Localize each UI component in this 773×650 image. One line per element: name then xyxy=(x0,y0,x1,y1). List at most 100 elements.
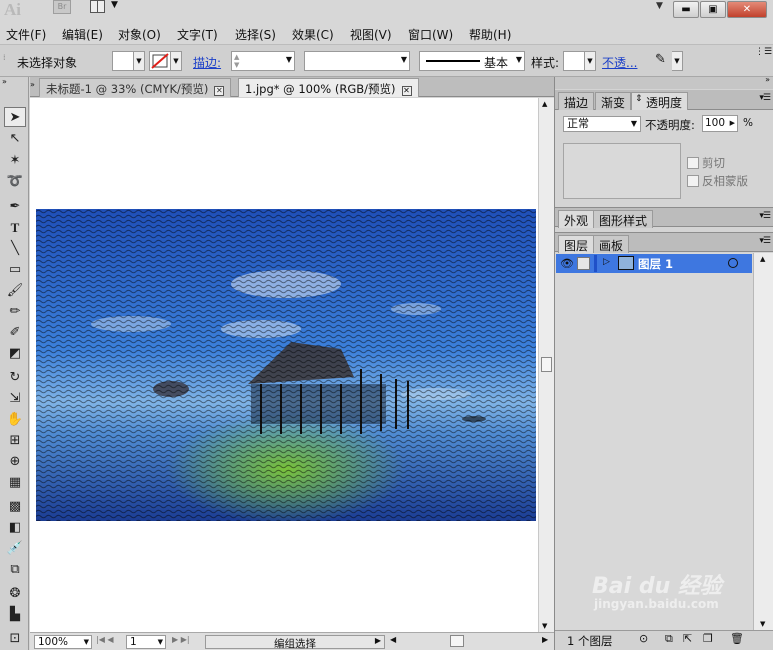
tab-1-jpg[interactable]: 1.jpg* @ 100% (RGB/预览) ✕ xyxy=(238,78,419,97)
tab-artboards[interactable]: 画板 xyxy=(593,235,630,253)
expand-triangle-icon[interactable]: ▷ xyxy=(603,257,610,267)
fill-swatch[interactable] xyxy=(112,51,134,71)
new-layer-icon[interactable]: ❐ xyxy=(703,632,713,645)
tab-untitled-1[interactable]: 未标题-1 @ 33% (CMYK/预览) ✕ xyxy=(39,78,232,97)
stroke-dropdown[interactable]: ▼ xyxy=(171,51,182,71)
scroll-right-icon[interactable]: ▶ xyxy=(542,635,548,644)
tab-gradient[interactable]: 渐变 xyxy=(595,92,632,110)
menu-window[interactable]: 窗口(W) xyxy=(408,26,453,43)
menu-select[interactable]: 选择(S) xyxy=(235,26,276,43)
tab-layers[interactable]: 图层 xyxy=(558,235,595,253)
blend-tool-icon[interactable]: ⧉ xyxy=(4,560,26,580)
close-button[interactable]: ✕ xyxy=(727,1,767,18)
zoom-select[interactable]: 100% ▼ xyxy=(34,635,92,649)
tab-stroke[interactable]: 描边 xyxy=(558,92,595,110)
lasso-tool-icon[interactable]: ➰ xyxy=(4,172,26,192)
stroke-swatch[interactable] xyxy=(149,51,171,71)
clip-checkbox[interactable] xyxy=(687,157,699,169)
recolor-dropdown[interactable]: ▼ xyxy=(672,51,683,71)
eye-icon[interactable]: 👁 xyxy=(560,257,574,270)
menu-edit[interactable]: 编辑(E) xyxy=(62,26,103,43)
tool-status[interactable]: 编组选择 ▶ xyxy=(205,635,385,650)
horizontal-scroll-thumb[interactable] xyxy=(450,635,464,647)
menu-file[interactable]: 文件(F) xyxy=(6,26,46,43)
scroll-left-icon[interactable]: ◀ xyxy=(390,635,396,644)
tab-transparency[interactable]: ⇕ 透明度 xyxy=(631,92,689,110)
stroke-label[interactable]: 描边: xyxy=(193,54,221,71)
canvas[interactable] xyxy=(30,98,538,632)
locate-object-icon[interactable]: ⊙ xyxy=(639,632,648,645)
arrange-documents-button[interactable]: ▼ xyxy=(90,0,122,14)
scroll-up-icon[interactable]: ▲ xyxy=(542,100,547,108)
scroll-down-icon[interactable]: ▼ xyxy=(760,620,765,628)
symbol-sprayer-tool-icon[interactable]: ❂ xyxy=(4,584,26,604)
menu-object[interactable]: 对象(O) xyxy=(118,26,161,43)
first-artboard-icon[interactable]: |◀ ◀ xyxy=(96,635,114,644)
graphic-style-dropdown[interactable]: ▼ xyxy=(585,51,596,71)
collapse-icon[interactable]: » xyxy=(2,77,7,86)
close-tab-icon[interactable]: ✕ xyxy=(401,86,412,96)
stroke-weight-input[interactable]: ▲ ▼ ▼ xyxy=(231,51,295,71)
mesh-tool-icon[interactable]: ▩ xyxy=(4,497,26,517)
free-transform-tool-icon[interactable]: ⊞ xyxy=(4,431,26,451)
invert-mask-option[interactable]: 反相蒙版 xyxy=(687,173,748,189)
bridge-button[interactable]: Br xyxy=(53,0,71,14)
rotate-tool-icon[interactable]: ↻ xyxy=(4,368,26,388)
minimize-button[interactable]: ▬ xyxy=(673,1,699,18)
opacity-input[interactable]: 100 ▶ xyxy=(702,115,738,132)
scroll-down-icon[interactable]: ▼ xyxy=(542,622,547,630)
panel-menu-icon[interactable]: ▾☰ xyxy=(759,236,771,246)
eyedropper-tool-icon[interactable]: 💉 xyxy=(4,539,26,559)
clip-option[interactable]: 剪切 xyxy=(687,155,725,171)
invert-mask-checkbox[interactable] xyxy=(687,175,699,187)
perspective-grid-tool-icon[interactable]: ▦ xyxy=(4,473,26,493)
layer-row[interactable]: 👁 ▷ 图层 1 xyxy=(556,254,752,273)
graphic-style-swatch[interactable] xyxy=(563,51,585,71)
gradient-tool-icon[interactable]: ◧ xyxy=(4,518,26,538)
tab-graphic-styles[interactable]: 图形样式 xyxy=(593,210,654,228)
variable-width-profile[interactable]: ▼ xyxy=(304,51,410,71)
pen-tool-icon[interactable]: ✒ xyxy=(4,197,26,217)
warp-tool-icon[interactable]: ✋ xyxy=(4,410,26,430)
scale-tool-icon[interactable]: ⇲ xyxy=(4,389,26,409)
scroll-thumb[interactable] xyxy=(541,357,552,372)
pencil-tool-icon[interactable]: ✏ xyxy=(4,302,26,322)
selection-tool-icon[interactable]: ➤ xyxy=(4,107,26,127)
vertical-scrollbar[interactable]: ▲ ▼ xyxy=(538,98,554,632)
workspace-dropdown-icon[interactable]: ▼ xyxy=(656,1,663,11)
rectangle-tool-icon[interactable]: ▭ xyxy=(4,260,26,280)
opacity-link[interactable]: 不透... xyxy=(602,54,637,71)
collapse-panels-icon[interactable]: » xyxy=(765,75,770,84)
control-bar-menu-icon[interactable]: ⋮☰ xyxy=(755,47,772,57)
artboard-tool-icon[interactable]: ⊡ xyxy=(4,629,26,649)
tab-appearance[interactable]: 外观 xyxy=(558,210,595,228)
panel-menu-icon[interactable]: ▾☰ xyxy=(759,211,771,221)
opacity-mask-thumbnail[interactable] xyxy=(563,143,681,199)
textured-seascape-image[interactable] xyxy=(36,209,536,521)
layers-scrollbar[interactable]: ▲ ▼ xyxy=(753,253,773,630)
panel-menu-icon[interactable]: ▾☰ xyxy=(759,93,771,103)
collapse-icon[interactable]: » xyxy=(30,80,35,89)
menu-help[interactable]: 帮助(H) xyxy=(469,26,511,43)
blob-brush-tool-icon[interactable]: ✐ xyxy=(4,323,26,343)
menu-view[interactable]: 视图(V) xyxy=(350,26,392,43)
close-tab-icon[interactable]: ✕ xyxy=(214,86,225,96)
brush-definition[interactable]: 基本 ▼ xyxy=(419,51,525,71)
direct-selection-tool-icon[interactable]: ↖ xyxy=(4,129,26,149)
shape-builder-tool-icon[interactable]: ⊕ xyxy=(4,452,26,472)
maximize-button[interactable]: ▣ xyxy=(700,1,726,18)
target-icon[interactable] xyxy=(728,258,738,268)
magic-wand-tool-icon[interactable]: ✶ xyxy=(4,151,26,171)
fill-dropdown[interactable]: ▼ xyxy=(134,51,145,71)
lock-toggle[interactable] xyxy=(577,257,590,270)
paintbrush-tool-icon[interactable]: 🖌 xyxy=(4,281,26,301)
blend-mode-select[interactable]: 正常 ▼ xyxy=(563,116,641,132)
make-clipping-mask-icon[interactable]: ⧉ xyxy=(665,632,673,646)
type-tool-icon[interactable]: T xyxy=(4,218,26,238)
artboard-number-select[interactable]: 1 ▼ xyxy=(126,635,166,649)
layer-name[interactable]: 图层 1 xyxy=(638,256,673,272)
menu-type[interactable]: 文字(T) xyxy=(177,26,218,43)
menu-effect[interactable]: 效果(C) xyxy=(292,26,334,43)
column-graph-tool-icon[interactable]: ▙ xyxy=(4,605,26,625)
new-sublayer-icon[interactable]: ⇱ xyxy=(683,632,692,645)
